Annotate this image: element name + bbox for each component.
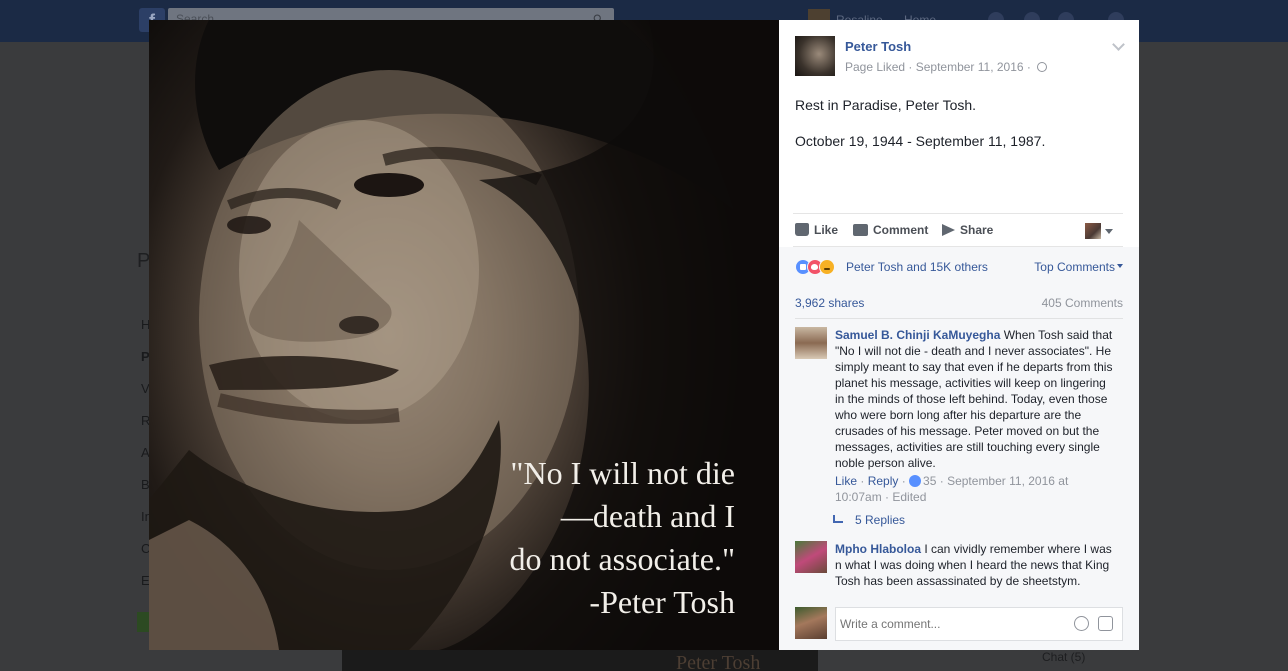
comment-icon	[853, 224, 868, 236]
comment-like-link[interactable]: Like	[835, 474, 857, 488]
caret-down-icon	[1117, 264, 1123, 268]
post-text-line: Rest in Paradise, Peter Tosh.	[795, 97, 977, 113]
like-button[interactable]: Like	[795, 222, 838, 238]
like-label: Like	[814, 223, 839, 237]
shares-link[interactable]: 3,962 shares	[795, 296, 864, 310]
comment-count: 405 Comments	[1041, 296, 1123, 310]
chevron-down-icon[interactable]	[1112, 38, 1125, 51]
post-text: Rest in Paradise, Peter Tosh. October 19…	[795, 96, 1123, 168]
reactions-summary-link[interactable]: Peter Tosh and 15K others	[846, 260, 988, 274]
post-text-line: October 19, 1944 - September 11, 1987.	[795, 133, 1046, 149]
post-author-link[interactable]: Peter Tosh	[845, 39, 911, 54]
post-action-bar: Like Comment Share	[793, 213, 1123, 247]
quote-line: —death and I	[560, 498, 735, 534]
view-replies-link[interactable]: 5 Replies	[833, 513, 905, 527]
background-photo-caption: Peter Tosh	[676, 652, 761, 671]
replies-count: 5 Replies	[855, 513, 906, 527]
comment-text: When Tosh said that "No I will not die -…	[835, 328, 1113, 470]
comment-reply-link[interactable]: Reply	[868, 474, 899, 488]
avatar	[795, 607, 827, 639]
reactions-row: Peter Tosh and 15K others Top Comments	[795, 257, 1123, 277]
emoji-icon[interactable]	[1074, 616, 1089, 631]
comment-button[interactable]: Comment	[853, 222, 928, 238]
quote-line: do not associate."	[509, 541, 735, 577]
post-photo[interactable]: "No I will not die —death and I do not a…	[149, 20, 779, 650]
share-button[interactable]: Share	[942, 222, 993, 238]
comment-label: Comment	[873, 223, 929, 237]
identity-chooser[interactable]	[1085, 223, 1113, 239]
sad-reaction-icon[interactable]	[819, 259, 835, 275]
commenter-avatar[interactable]	[795, 541, 827, 573]
comment-sort-label: Top Comments	[1034, 260, 1115, 274]
thumbs-up-icon	[795, 223, 809, 236]
quote-attribution: -Peter Tosh	[589, 584, 735, 620]
comment-actions: Like · Reply · 35 · September 11, 2016 a…	[835, 474, 1069, 504]
photo-quote: "No I will not die —death and I do not a…	[375, 452, 735, 624]
caret-down-icon	[1105, 229, 1113, 234]
comment-composer	[795, 607, 1123, 641]
share-icon	[942, 224, 955, 236]
commenter-name-link[interactable]: Samuel B. Chinji KaMuyegha	[835, 328, 1000, 342]
post-meta: Page Liked · September 11, 2016 ·	[845, 60, 1048, 74]
avatar	[1085, 223, 1101, 239]
post-meta-text: Page Liked · September 11, 2016 ·	[845, 60, 1031, 74]
comment-edited-label[interactable]: Edited	[892, 490, 926, 504]
comment-body: Mpho Hlaboloa I can vividly remember whe…	[835, 541, 1113, 589]
comment-sort-dropdown[interactable]: Top Comments	[1034, 260, 1123, 274]
background-green-button	[137, 612, 149, 632]
commenter-avatar[interactable]	[795, 327, 827, 359]
globe-icon[interactable]	[1037, 62, 1048, 72]
commenter-name-link[interactable]: Mpho Hlaboloa	[835, 542, 921, 556]
share-label: Share	[960, 223, 994, 237]
counts-row: 3,962 shares 405 Comments	[795, 295, 1123, 319]
reply-arrow-icon	[833, 515, 843, 523]
chat-sidebar-button[interactable]: Chat (5)	[1042, 650, 1085, 664]
like-reaction-icon	[909, 475, 922, 487]
post-header: Peter Tosh Page Liked · September 11, 20…	[795, 36, 1125, 76]
post-side-panel: Peter Tosh Page Liked · September 11, 20…	[779, 20, 1139, 650]
comment-like-count[interactable]: 35	[923, 474, 936, 488]
author-avatar[interactable]	[795, 36, 835, 76]
engagement-section: Peter Tosh and 15K others Top Comments 3…	[779, 247, 1139, 650]
sticker-icon[interactable]	[1098, 616, 1113, 631]
quote-line: "No I will not die	[510, 455, 735, 491]
comment-body: Samuel B. Chinji KaMuyegha When Tosh sai…	[835, 327, 1113, 471]
